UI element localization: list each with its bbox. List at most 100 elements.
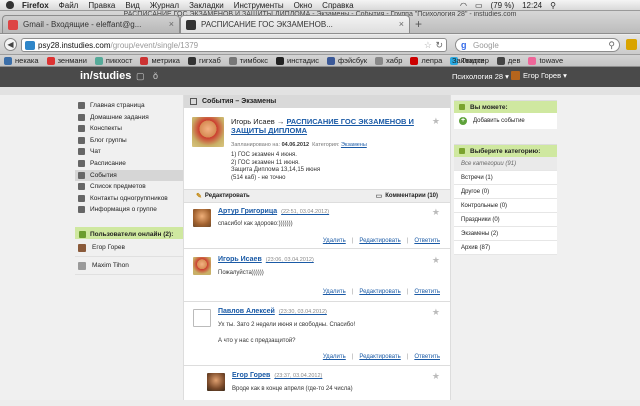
menu-edit[interactable]: Правка — [88, 1, 115, 10]
menu-view[interactable]: Вид — [125, 1, 139, 10]
bookmark-item[interactable]: гигхаб — [187, 56, 221, 65]
delete-link[interactable]: Удалить — [323, 238, 346, 244]
delete-link[interactable]: Удалить — [323, 289, 346, 295]
edit-link[interactable]: Редактировать — [359, 354, 400, 360]
delete-link[interactable]: Удалить — [323, 354, 346, 360]
bookmark-item[interactable]: тимбокс — [228, 56, 268, 65]
favorite-star-icon[interactable]: ★ — [432, 307, 440, 318]
sidebar-item-contacts[interactable]: Контакты одногруппников — [75, 193, 183, 204]
reply-link[interactable]: Ответить — [414, 354, 440, 360]
group-selector[interactable]: Психология 28 ▾ — [452, 72, 509, 81]
bookmark-icon — [326, 56, 335, 65]
category-item[interactable]: Другое (0) — [454, 185, 557, 199]
edit-link[interactable]: Редактировать — [359, 289, 400, 295]
new-tab-button[interactable]: + — [415, 17, 422, 31]
sidebar-item-schedule[interactable]: Расписание — [75, 158, 183, 169]
comment-item: Артур Григорица (22:51, 03.04.2012) спаси… — [184, 203, 450, 249]
bookmark-item[interactable]: хабр — [375, 56, 402, 65]
battery-icon[interactable]: ▭ — [475, 1, 483, 10]
calendar-icon — [78, 159, 85, 167]
online-user[interactable]: Егор Горев — [75, 239, 183, 258]
url-bar[interactable]: psy28.instudies.com/group/event/single/1… — [21, 38, 447, 52]
bookmark-item[interactable]: лепра — [410, 56, 442, 65]
reload-icon[interactable]: ↻ — [435, 40, 443, 51]
category-item[interactable]: Контрольные (0) — [454, 199, 557, 213]
favorite-star-icon[interactable]: ★ — [432, 207, 440, 218]
menu-bookmarks[interactable]: Закладки — [189, 1, 224, 10]
user-menu[interactable]: Егор Горев ▾ — [511, 71, 567, 80]
avatar[interactable] — [192, 117, 224, 147]
chat-icon[interactable]: ▢ — [136, 71, 146, 81]
apple-icon[interactable] — [6, 1, 14, 9]
bookmark-item[interactable]: пикхост — [94, 56, 132, 65]
avatar — [78, 261, 86, 270]
category-item[interactable]: Праздники (0) — [454, 213, 557, 227]
menu-firefox[interactable]: Firefox — [22, 1, 49, 10]
clock[interactable]: 12:24 — [522, 1, 542, 10]
pencil-icon — [78, 136, 85, 144]
avatar[interactable] — [207, 373, 225, 391]
post-author[interactable]: Игорь Исаев — [231, 117, 275, 126]
site-identity-icon[interactable] — [25, 41, 35, 50]
menu-tools[interactable]: Инструменты — [234, 1, 284, 10]
search-icon[interactable]: ⚲ — [608, 40, 615, 51]
edit-button[interactable]: ✎ Редактировать — [196, 192, 250, 200]
bulb-icon[interactable]: ǒ — [153, 71, 163, 81]
comment-bubble-icon: ▭ — [375, 193, 383, 200]
bookmark-item[interactable]: метрика — [140, 56, 180, 65]
bookmark-star-icon[interactable]: ☆ — [424, 40, 432, 51]
category-link[interactable]: Экзамены — [341, 142, 367, 148]
comments-button[interactable]: ▭ Комментарии (10) — [376, 192, 438, 200]
wifi-icon[interactable]: ◠ — [460, 1, 467, 10]
category-all[interactable]: Все категории (91) — [454, 157, 557, 171]
online-user[interactable]: Maxim Tihon — [75, 257, 183, 276]
tab-bar: РАСПИСАНИЕ ГОС ЭКЗАМЕНОВ И ЗАЩИТЫ ДИПЛОМ… — [0, 11, 640, 34]
sidebar-item-home[interactable]: Главная страница — [75, 100, 183, 111]
bookmark-item[interactable]: инстадис — [276, 56, 319, 65]
tab-schedule[interactable]: РАСПИСАНИЕ ГОС ЭКЗАМЕНОВ... × — [180, 15, 410, 33]
comment-author[interactable]: Егор Горев (23:37, 03.04.2012) — [232, 372, 322, 379]
bookmark-item[interactable]: зенмани — [46, 56, 87, 65]
close-tab-icon[interactable]: × — [399, 19, 404, 29]
sidebar-item-events[interactable]: События — [75, 169, 183, 181]
comment-author[interactable]: Павлов Алексей (23:30, 03.04.2012) — [218, 308, 327, 315]
menu-help[interactable]: Справка — [322, 1, 353, 10]
close-tab-icon[interactable]: × — [169, 19, 174, 29]
spotlight-icon[interactable]: ⚲ — [550, 1, 556, 10]
favorite-star-icon[interactable]: ★ — [432, 255, 440, 266]
reply-link[interactable]: Ответить — [414, 238, 440, 244]
menu-window[interactable]: Окно — [294, 1, 313, 10]
sidebar-item-notes[interactable]: Конспекты — [75, 123, 183, 134]
back-button[interactable]: ◀ — [4, 38, 17, 51]
menu-history[interactable]: Журнал — [150, 1, 179, 10]
reply-link[interactable]: Ответить — [414, 289, 440, 295]
list-icon — [78, 183, 85, 191]
sidebar-item-homework[interactable]: Домашние задания — [75, 112, 183, 123]
tab-gmail[interactable]: Gmail - Входящие - eleffant@g... × — [2, 15, 180, 33]
avatar[interactable] — [193, 309, 211, 327]
search-bar[interactable]: g Google ⚲ — [455, 38, 620, 52]
menu-file[interactable]: Файл — [59, 1, 79, 10]
bookmark-item[interactable]: фэйсбук — [326, 56, 367, 65]
favorite-star-icon[interactable]: ★ — [432, 116, 440, 127]
sidebar-item-group-info[interactable]: Информация о группе — [75, 204, 183, 215]
favorite-star-icon[interactable]: ★ — [432, 371, 440, 382]
add-event-button[interactable]: + Добавить событие — [454, 113, 557, 129]
bookmarks-menu[interactable]: Закладки — [452, 56, 557, 65]
addon-icon[interactable] — [626, 39, 637, 50]
edit-link[interactable]: Редактировать — [359, 238, 400, 244]
category-item[interactable]: Архив (87) — [454, 241, 557, 255]
bookmark-item[interactable]: некака — [4, 56, 39, 65]
sidebar-item-blog[interactable]: Блог группы — [75, 135, 183, 146]
tab-label: Gmail - Входящие - eleffant@g... — [23, 20, 142, 29]
comment-author[interactable]: Артур Григорица (22:51, 03.04.2012) — [218, 208, 329, 215]
left-sidebar: Главная страница Домашние задания Конспе… — [75, 100, 183, 276]
sidebar-item-subjects[interactable]: Список предметов — [75, 181, 183, 192]
avatar[interactable] — [193, 209, 211, 227]
site-logo[interactable]: in/studies — [80, 70, 131, 82]
sidebar-item-chat[interactable]: Чат — [75, 146, 183, 157]
avatar[interactable] — [193, 257, 211, 275]
comment-author[interactable]: Игорь Исаев (23:06, 03.04.2012) — [218, 256, 314, 263]
category-item[interactable]: Встречи (1) — [454, 171, 557, 185]
category-item[interactable]: Экзамены (2) — [454, 227, 557, 241]
